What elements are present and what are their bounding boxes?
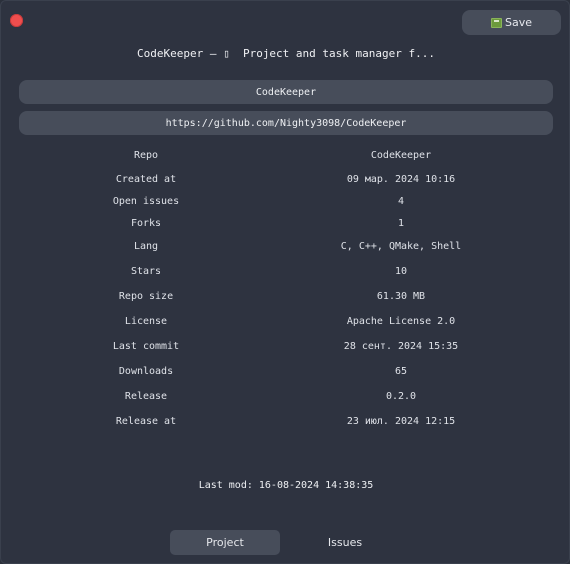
- info-key: Repo size: [118, 291, 174, 302]
- info-value: Apache License 2.0: [346, 316, 456, 327]
- info-row-repo: Repo CodeKeeper: [1, 143, 569, 168]
- info-row-last-commit: Last commit 28 сент. 2024 15:35: [1, 334, 569, 359]
- project-name-value: CodeKeeper: [255, 86, 317, 98]
- info-value: C, C++, QMake, Shell: [340, 241, 462, 252]
- info-value: 0.2.0: [385, 391, 417, 402]
- info-value: 61.30 MB: [376, 291, 426, 302]
- last-modified-text: Last mod: 16-08-2024 14:38:35: [198, 480, 374, 491]
- info-row-license: License Apache License 2.0: [1, 309, 569, 334]
- tab-issues-label: Issues: [327, 536, 363, 549]
- info-key: Open issues: [112, 195, 180, 207]
- info-key: Forks: [130, 217, 162, 229]
- info-row-release-at: Release at 23 июл. 2024 12:15: [1, 409, 569, 434]
- info-value: 65: [394, 366, 408, 377]
- info-value: 10: [394, 266, 408, 277]
- repo-info-table: Repo CodeKeeper Created at 09 мар. 2024 …: [1, 143, 569, 434]
- save-button[interactable]: Save: [462, 10, 561, 35]
- window-title: CodeKeeper — ▯ Project and task manager …: [136, 47, 435, 60]
- info-row-forks: Forks 1: [1, 212, 569, 234]
- info-key: Created at: [115, 173, 177, 185]
- close-icon[interactable]: [10, 14, 23, 27]
- repo-url-value: https://github.com/Nighty3098/CodeKeeper: [165, 117, 407, 129]
- tab-issues[interactable]: Issues: [290, 530, 400, 555]
- info-key: Release: [124, 391, 168, 402]
- info-row-created: Created at 09 мар. 2024 10:16: [1, 168, 569, 190]
- app-window: Save CodeKeeper — ▯ Project and task man…: [0, 0, 570, 564]
- info-key: License: [124, 316, 168, 327]
- tab-project[interactable]: Project: [170, 530, 280, 555]
- info-row-stars: Stars 10: [1, 259, 569, 284]
- info-row-release: Release 0.2.0: [1, 384, 569, 409]
- repo-url-field[interactable]: https://github.com/Nighty3098/CodeKeeper: [19, 111, 553, 135]
- info-value: 09 мар. 2024 10:16: [346, 173, 456, 185]
- tab-project-label: Project: [206, 536, 244, 549]
- info-row-downloads: Downloads 65: [1, 359, 569, 384]
- info-key: Last commit: [112, 341, 180, 352]
- save-label: Save: [504, 16, 532, 29]
- info-value: 4: [397, 195, 405, 207]
- info-value: CodeKeeper: [370, 150, 432, 161]
- info-value: 28 сент. 2024 15:35: [343, 341, 459, 352]
- info-key: Lang: [133, 241, 159, 252]
- info-value: 23 июл. 2024 12:15: [346, 416, 456, 427]
- info-key: Downloads: [118, 366, 174, 377]
- info-key: Release at: [115, 416, 177, 427]
- info-row-repo-size: Repo size 61.30 MB: [1, 284, 569, 309]
- save-disk-icon: [490, 17, 502, 28]
- info-key: Repo: [133, 150, 159, 161]
- info-row-open-issues: Open issues 4: [1, 190, 569, 212]
- info-key: Stars: [130, 266, 162, 277]
- info-row-lang: Lang C, C++, QMake, Shell: [1, 234, 569, 259]
- project-name-field[interactable]: CodeKeeper: [19, 80, 553, 104]
- info-value: 1: [397, 217, 405, 229]
